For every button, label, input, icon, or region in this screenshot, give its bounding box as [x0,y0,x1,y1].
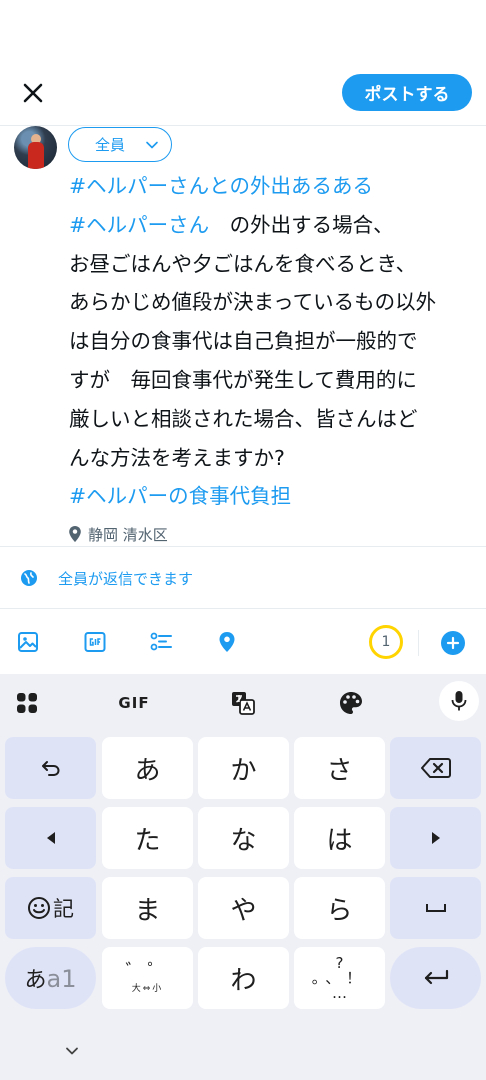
apps-grid-icon [17,693,37,713]
key-sa[interactable]: さ [294,737,385,799]
divider [0,546,486,547]
poll-icon [150,632,172,651]
image-icon [18,632,38,652]
emoji-icon [28,897,50,919]
input-mode-key[interactable]: あa1 [5,947,96,1009]
arrow-left-icon [46,832,55,844]
dakuten-label: ゛゜ [125,960,170,982]
add-location-button[interactable] [215,630,239,654]
post-text-line: #ヘルパーさん の外出する場合、 [69,206,479,245]
location-label: 静岡 清水区 [88,525,168,544]
space-icon [425,904,446,912]
translate-icon [232,692,255,715]
key-ka[interactable]: か [198,737,289,799]
location-icon [219,632,235,652]
post-text: お昼ごはんや夕ごはんを食べるとき、 [69,251,417,276]
add-image-button[interactable] [16,630,40,654]
dakuten-key[interactable]: ゛゜ 大⇔小 [102,947,193,1009]
undo-key[interactable] [5,737,96,799]
gif-icon [84,632,106,652]
character-counter: 1 [369,625,403,659]
post-text: すが 毎回食事代が発生して費用的に [69,367,417,392]
post-text: んな方法を考えますか? [69,445,285,470]
gif-keyboard-button[interactable]: GIF [112,690,156,716]
cursor-right-key[interactable] [390,807,481,869]
backspace-icon [420,758,451,778]
add-thread-button[interactable] [441,631,465,655]
divider [418,630,419,656]
divider [0,608,486,609]
plus-icon [446,636,460,650]
enter-icon [424,969,448,985]
arrow-right-icon [431,832,440,844]
mode-kana-label: あ [24,968,47,993]
key-ra[interactable]: ら [294,877,385,939]
backspace-key[interactable] [390,737,481,799]
enter-key[interactable] [390,947,481,1009]
close-button[interactable] [16,76,50,110]
hashtag[interactable]: #ヘルパーさん [69,213,209,237]
globe-icon [21,570,37,586]
voice-input-button[interactable] [439,681,479,721]
keyboard-collapse-icon [66,1047,78,1055]
hashtag[interactable]: #ヘルパーさんとの外出あるある [69,174,373,198]
key-ma[interactable]: ま [102,877,193,939]
post-text-area[interactable]: #ヘルパーさんとの外出あるある #ヘルパーさん の外出する場合、お昼ごはんや夕ごは… [69,167,479,516]
add-poll-button[interactable] [149,630,173,654]
emoji-symbol-key[interactable]: 記 [5,877,96,939]
microphone-icon [451,691,467,711]
post-text-line: #ヘルパーさんとの外出あるある [69,167,479,206]
post-text-line: 厳しいと相談された場合、皆さんはど [69,400,479,439]
undo-icon [41,761,60,776]
space-key[interactable] [390,877,481,939]
post-text-line: お昼ごはんや夕ごはんを食べるとき、 [69,245,479,284]
post-text: は自分の食事代は自己負担が一般的で [69,329,418,354]
translate-button[interactable] [229,690,257,716]
cursor-left-key[interactable] [5,807,96,869]
counter-value: 1 [381,634,391,650]
size-toggle-label: 大⇔小 [131,983,164,994]
key-ta[interactable]: た [102,807,193,869]
post-text: あらかじめ値段が決まっているもの以外 [69,290,437,315]
apps-button[interactable] [14,690,40,716]
post-button[interactable]: ポストする [342,74,472,111]
punct-ellipsis: … [331,983,347,1002]
post-text-line: は自分の食事代は自己負担が一般的で [69,322,479,361]
post-text-line: あらかじめ値段が決まっているもの以外 [69,283,479,322]
chevron-down-icon [146,141,158,149]
location-pin-icon [69,526,81,542]
close-icon [23,83,43,103]
divider [0,125,486,126]
location-tag[interactable]: 静岡 清水区 [68,523,168,545]
reply-setting-label: 全員が返信できます [58,569,194,588]
key-ya[interactable]: や [198,877,289,939]
key-ha[interactable]: は [294,807,385,869]
theme-button[interactable] [337,690,365,716]
post-text: の外出する場合、 [209,212,394,237]
post-text-line: #ヘルパーの食事代負担 [69,477,479,516]
hashtag[interactable]: #ヘルパーの食事代負担 [69,484,291,508]
audience-selector[interactable]: 全員 [68,127,172,162]
post-text-line: すが 毎回食事代が発生して費用的に [69,361,479,400]
key-wa[interactable]: わ [198,947,289,1009]
keyboard-collapse-button[interactable] [63,1042,81,1060]
symbol-label: 記 [53,897,74,921]
audience-label: 全員 [95,136,126,154]
punctuation-key[interactable]: ? 。、！ … [294,947,385,1009]
add-gif-button[interactable] [83,630,107,654]
gif-label: GIF [118,694,150,712]
avatar[interactable] [14,126,57,169]
key-na[interactable]: な [198,807,289,869]
palette-icon [340,692,362,714]
post-text: 厳しいと相談された場合、皆さんはど [69,406,418,431]
reply-setting-button[interactable]: 全員が返信できます [20,566,193,590]
post-text-line: んな方法を考えますか? [69,439,479,478]
key-a[interactable]: あ [102,737,193,799]
mode-alpha-label: a1 [46,965,77,993]
keyboard: GIF あ か さ た な は 記 ま や ら あa1 ゛゜ 大⇔小 わ ? 。… [0,674,486,1080]
